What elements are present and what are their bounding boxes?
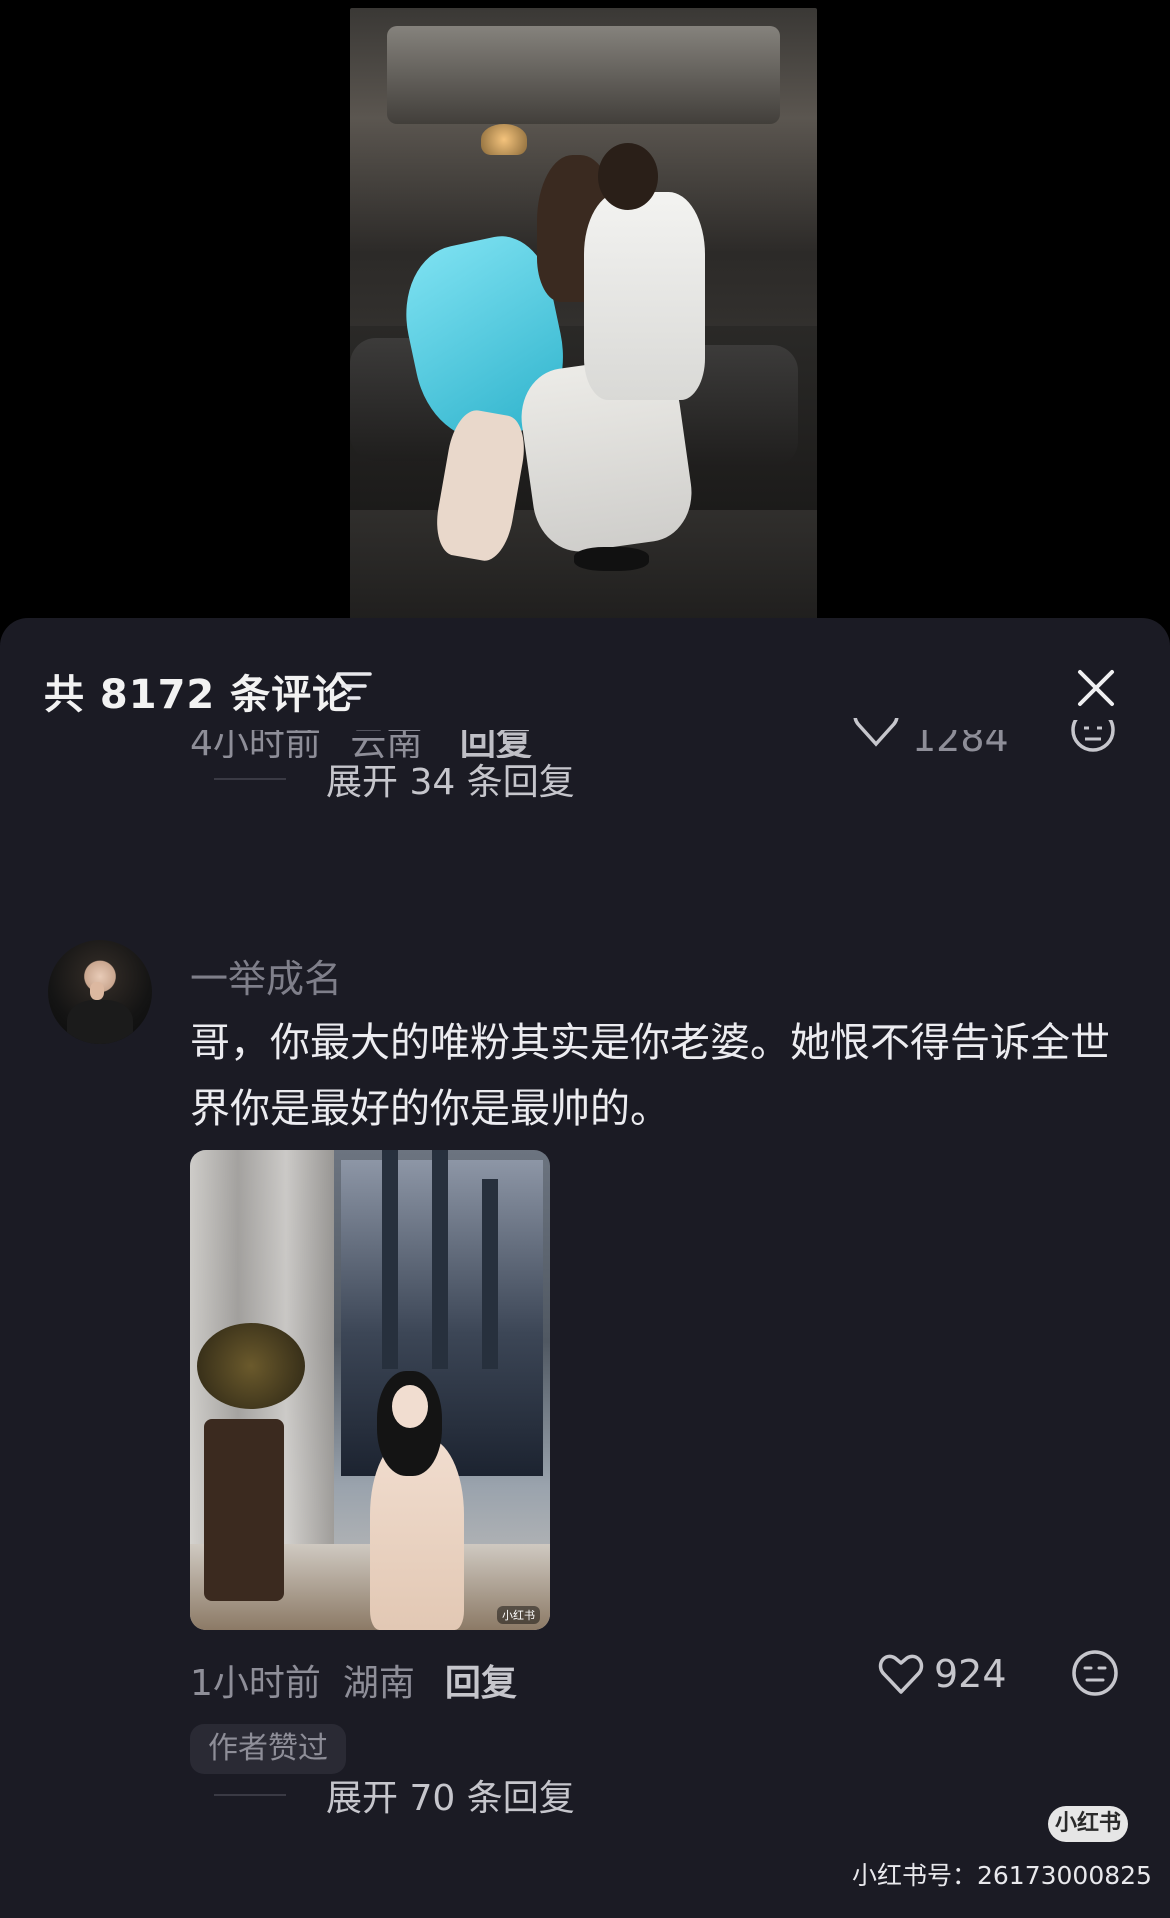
comment-time: 1小时前 <box>190 1663 321 1704</box>
reply-button[interactable]: 回复 <box>445 1663 517 1704</box>
heart-icon[interactable] <box>852 718 900 762</box>
divider-line <box>214 778 286 780</box>
gramophone-table <box>204 1418 284 1602</box>
post-photo[interactable] <box>350 8 817 620</box>
comment-username[interactable]: 一举成名 <box>190 948 342 1003</box>
comments-header: 共 8172 条评论 <box>0 618 1170 748</box>
image-watermark: 小红书 <box>497 1606 540 1624</box>
comment-image[interactable]: 小红书 <box>190 1150 550 1630</box>
building <box>482 1178 499 1369</box>
woman-face <box>391 1385 428 1429</box>
building <box>381 1150 398 1369</box>
city-window <box>341 1150 543 1477</box>
face-emoji-icon[interactable] <box>1068 720 1118 764</box>
comment-text: 哥，你最大的唯粉其实是你老婆。她恨不得告诉全世界你是最好的你是最帅的。 <box>190 1020 1110 1132</box>
face-emoji-icon[interactable] <box>1070 1648 1120 1698</box>
heart-icon[interactable] <box>878 1652 924 1696</box>
prev-comment-time: 4小时前 <box>190 730 321 758</box>
filter-lines-icon[interactable] <box>334 668 374 704</box>
range-hood <box>387 26 780 125</box>
comment-location: 湖南 <box>342 1663 415 1704</box>
xiaohongshu-logo: 小红书 <box>1048 1806 1128 1842</box>
comments-sheet: 共 8172 条评论 4小时前 云南 回复 1284 展开 34 条回复 一举成… <box>0 618 1170 1918</box>
gramophone-horn <box>197 1322 306 1410</box>
avatar-shirt <box>66 1000 134 1044</box>
comment-count-title: 共 8172 条评论 <box>44 672 354 718</box>
expand-replies-70[interactable]: 展开 70 条回复 <box>214 1772 575 1819</box>
comment-meta: 1小时前 湖南 回复 <box>190 1654 517 1706</box>
pendant-lamp <box>480 124 528 155</box>
xiaohongshu-id-watermark: 小红书号：26173000825 <box>852 1861 1152 1890</box>
avatar-hand <box>89 981 105 1001</box>
expand-replies-label: 展开 70 条回复 <box>326 1778 575 1819</box>
man-head <box>597 142 659 210</box>
man-shoe <box>574 546 649 572</box>
expand-replies-34[interactable]: 展开 34 条回复 <box>214 756 575 803</box>
expand-replies-label: 展开 34 条回复 <box>326 762 575 803</box>
avatar[interactable] <box>48 940 152 1044</box>
like-count: 924 <box>934 1652 1007 1696</box>
close-icon[interactable] <box>1072 664 1120 712</box>
man-figure <box>583 191 705 400</box>
prev-like-count: 1284 <box>912 730 1009 760</box>
author-liked-badge: 作者赞过 <box>190 1724 346 1774</box>
building <box>431 1150 449 1369</box>
divider-line <box>214 1794 286 1796</box>
